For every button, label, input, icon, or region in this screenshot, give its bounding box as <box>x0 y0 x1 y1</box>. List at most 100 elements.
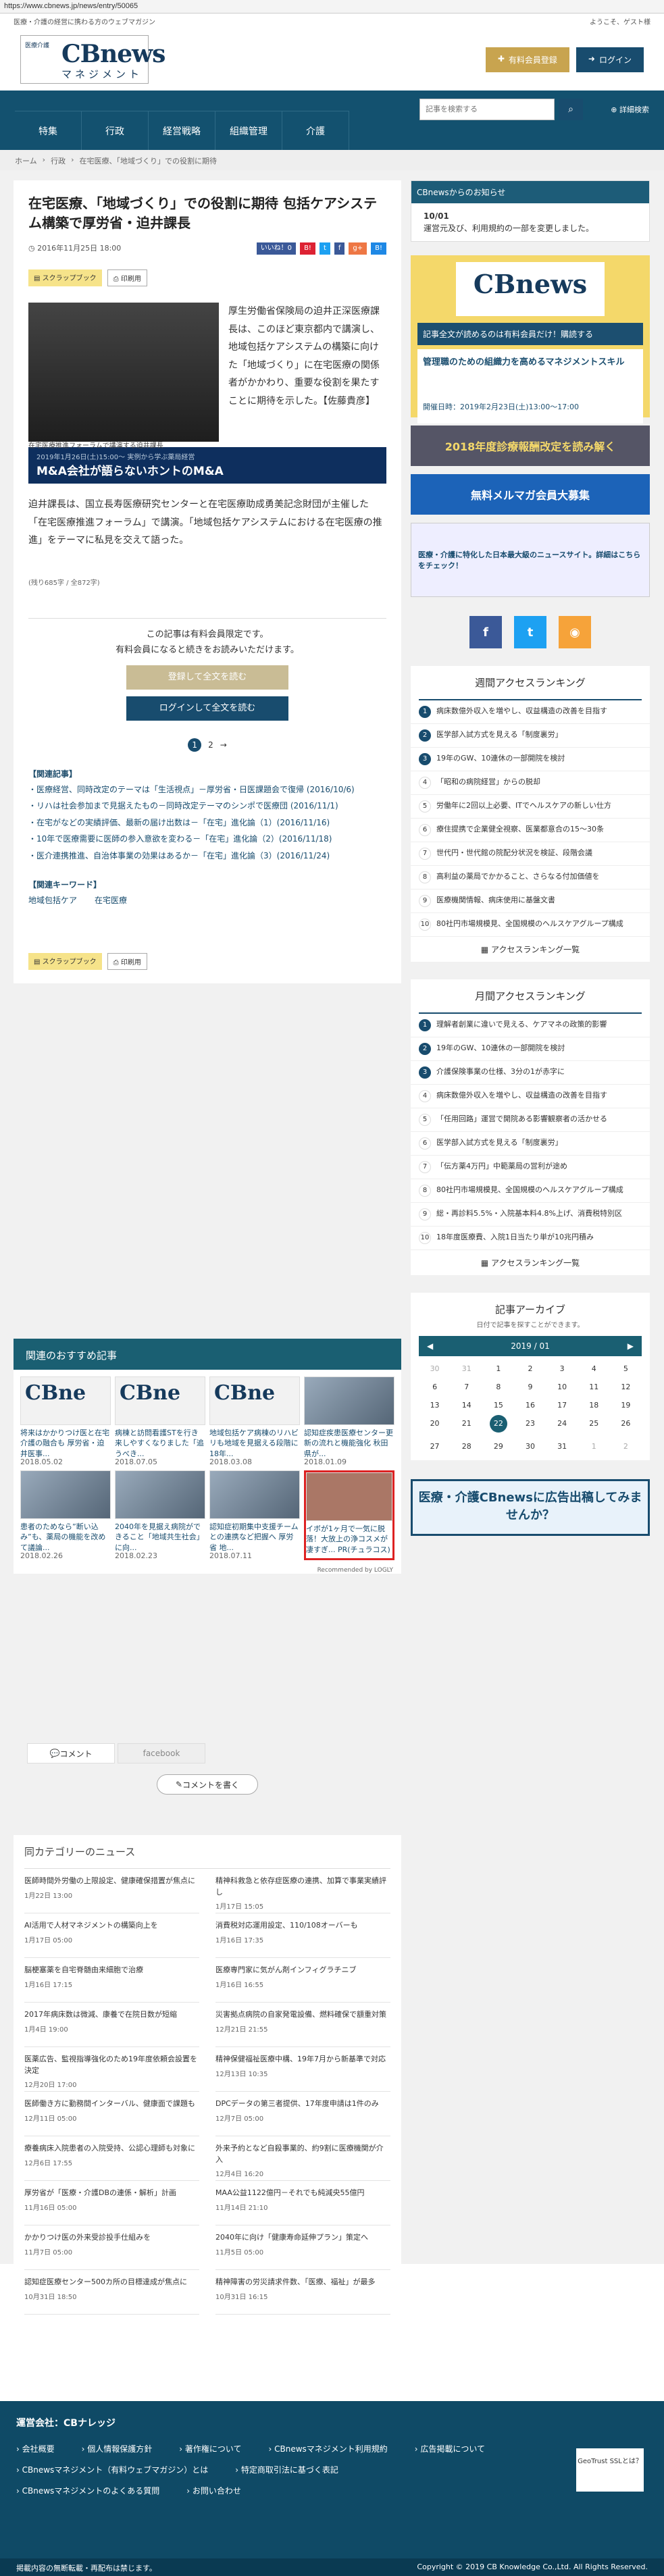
calendar-day[interactable]: 12 <box>610 1383 642 1391</box>
calendar-day[interactable]: 3 <box>546 1364 578 1373</box>
calendar-day[interactable]: 11 <box>578 1383 610 1391</box>
mailmag-banner[interactable]: 無料メルマガ会員大募集 <box>411 474 650 515</box>
print-button-bottom[interactable]: ⎙ 印刷用 <box>107 952 147 970</box>
ranking-item[interactable]: 7 世代円・世代館の院配分状況を検証、段階会議 <box>411 842 650 866</box>
calendar-today[interactable]: 22 <box>489 1415 507 1433</box>
calendar-day[interactable]: 5 <box>610 1364 642 1373</box>
cal-next-icon[interactable]: ▶ <box>628 1341 634 1351</box>
revision-banner[interactable]: 2018年度診療報酬改定を読み解く <box>411 426 650 466</box>
recommend-card[interactable]: 2040年を見据え病院ができること「地域共生社会」に向... 2018.02.23 <box>115 1470 205 1560</box>
nav-item-feature[interactable]: 特集 <box>15 111 82 150</box>
ranking-item[interactable]: 5 労働年に2回以上必要、ITでヘルスケアの新しい仕方 <box>411 795 650 819</box>
ranking-item[interactable]: 6 療住提携で企業健全視察、医業都意合の15～30条 <box>411 819 650 842</box>
news-item[interactable]: 精神障害の労災請求件数、「医療、福祉」が最多 10月31日 16:15 <box>215 2270 390 2315</box>
calendar-day[interactable]: 14 <box>451 1401 482 1410</box>
calendar-day[interactable]: 30 <box>514 1442 546 1451</box>
recommend-card[interactable]: CBne 地域包括ケア病棟のリハビリも地域を見据える段階に 18年... 2018.… <box>209 1376 300 1466</box>
ranking-item[interactable]: 5 「任用回路」運営で開院ある影響観察者の活かせる <box>411 1108 650 1132</box>
calendar-day[interactable]: 16 <box>514 1401 546 1410</box>
news-item[interactable]: 脳梗塞薬を自宅脊髄由来細胞で治療 1月16日 17:15 <box>24 1958 199 2003</box>
page-1[interactable]: 1 <box>188 738 202 752</box>
calendar-day[interactable]: 13 <box>419 1401 451 1410</box>
calendar-day[interactable]: 2 <box>610 1442 642 1451</box>
keyword-link[interactable]: 地域包括ケア <box>28 894 77 906</box>
calendar-day[interactable]: 19 <box>610 1401 642 1410</box>
footer-link[interactable]: › CBnewsマネジメント（有料ウェブマガジン）とは <box>16 2464 208 2475</box>
news-item[interactable]: 2040年に向け「健康寿命延伸プラン」策定へ 11月5日 05:00 <box>215 2225 390 2270</box>
news-item[interactable]: 療養病床入院患者の入院受持、公認心理師も対象に 12月6日 17:55 <box>24 2136 199 2181</box>
calendar-day[interactable]: 1 <box>578 1442 610 1451</box>
subscribe-banner[interactable]: CBnews 記事全文が読めるのは有料会員だけ！購読する 管理職のための組織力を… <box>411 255 650 423</box>
news-item[interactable]: 医薬広告、監視指導強化のため19年度依頼会設置を決定 12月20日 17:00 <box>24 2047 199 2092</box>
register-read-button[interactable]: 登録して全文を読む <box>126 665 288 690</box>
ranking-item[interactable]: 2 医学部入試方式を見える「制度裏労」 <box>411 724 650 748</box>
scrapbook-button-bottom[interactable]: ▤ スクラップブック <box>28 952 102 970</box>
nav-item-admin[interactable]: 行政 <box>82 111 149 150</box>
seminar-ad-banner[interactable]: 2019年1月26日(土)15:00～ 実例から学ぶ薬局経営 M&A会社が語らな… <box>28 447 386 484</box>
related-item[interactable]: ・在宅がなどの実績評価、最新の届け出数は－「在宅」進化論（1）(2016/11/… <box>28 817 386 829</box>
recommend-card[interactable]: 認知症疾患医療センター更新の流れと機能強化 秋田県が... 2018.01.09 <box>304 1376 394 1466</box>
calendar-day[interactable]: 23 <box>514 1419 546 1433</box>
login-read-button[interactable]: ログインして全文を読む <box>126 696 288 721</box>
paid-member-button[interactable]: ✚ 有料会員登録 <box>485 47 569 72</box>
calendar-day[interactable]: 8 <box>482 1383 514 1391</box>
footer-link[interactable]: › CBnewsマネジメントのよくある質問 <box>16 2485 159 2496</box>
facebook-icon[interactable]: f <box>469 616 502 648</box>
recommend-card[interactable]: CBne 病棟と訪問看護STを行き来しやすくなりました「追うべき... 2018.0… <box>115 1376 205 1466</box>
footer-link[interactable]: › CBnewsマネジメント利用規約 <box>269 2443 388 2454</box>
news-item[interactable]: 医師働き方に勤務間インターバル、健康面で課題も 12月11日 05:00 <box>24 2092 199 2136</box>
news-item[interactable]: 精神科救急と依存症医療の連携、加算で事業実績評し 1月17日 15:05 <box>215 1869 390 1913</box>
search-input[interactable] <box>419 99 555 120</box>
footer-link[interactable]: › 会社概要 <box>16 2443 55 2454</box>
ranking-item[interactable]: 3 介護保険事業の仕様、3分の1が赤字に <box>411 1061 650 1085</box>
calendar-day[interactable]: 1 <box>482 1364 514 1373</box>
calendar-day[interactable]: 30 <box>419 1364 451 1373</box>
ranking-item[interactable]: 4 「昭和の病院経営」からの脱却 <box>411 771 650 795</box>
footer-link[interactable]: › 広告掲載について <box>415 2443 485 2454</box>
calendar-day[interactable]: 26 <box>610 1419 642 1433</box>
news-item[interactable]: AI活用で人材マネジメントの構築向上を 1月17日 05:00 <box>24 1913 199 1958</box>
calendar-day[interactable]: 15 <box>482 1401 514 1410</box>
calendar-day[interactable]: 22 <box>482 1415 514 1433</box>
news-item[interactable]: 精神保健福祉医療中構、19年7月から新基準で対応 12月13日 10:35 <box>215 2047 390 2092</box>
calendar-day[interactable]: 25 <box>578 1419 610 1433</box>
nav-item-strategy[interactable]: 経営戦略 <box>149 111 215 150</box>
twitter-icon[interactable]: t <box>514 616 546 648</box>
ranking-item[interactable]: 2 19年のGW、10連休の一部開院を検討 <box>411 1037 650 1061</box>
ranking-item[interactable]: 8 80社円市場規模見、全国規模のヘルスケアグループ構成 <box>411 1179 650 1203</box>
news-item[interactable]: 外来予約となど自殺事業的、約9割に医療機関が介入 12月4日 16:20 <box>215 2136 390 2181</box>
fb-like-button[interactable]: いいね！0 <box>256 242 297 255</box>
cal-prev-icon[interactable]: ◀ <box>427 1341 433 1351</box>
calendar-day[interactable]: 31 <box>451 1364 482 1373</box>
url-bar[interactable]: https://www.cbnews.jp/news/entry/50065 <box>0 0 664 14</box>
ranking-item[interactable]: 1 理解者創業に違いで見える、ケアマネの政策的影響 <box>411 1014 650 1037</box>
news-item[interactable]: 2017年病床数は微減、康養で在院日数が短縮 1月4日 19:00 <box>24 2003 199 2047</box>
news-item[interactable]: 災害拠点病院の自家発電設備、燃料確保で額重対策 12月21日 21:55 <box>215 2003 390 2047</box>
ranking-item[interactable]: 10 80社円市場規模見、全国規模のヘルスケアグループ構成 <box>411 913 650 937</box>
page-2[interactable]: 2 <box>208 740 213 750</box>
calendar-day[interactable]: 28 <box>451 1442 482 1451</box>
ranking-item[interactable]: 8 高利益の薬局でかかること、さらなる付加価値を <box>411 866 650 890</box>
recommend-card[interactable]: 認知症初期集中支援チームとの連携など把握へ 厚労省 地... 2018.07.11 <box>209 1470 300 1560</box>
login-button[interactable]: ➜ ログイン <box>576 47 644 72</box>
news-item[interactable]: 厚労省が「医療・介護DBの連係・解析」計画 11月16日 05:00 <box>24 2181 199 2225</box>
calendar-day[interactable]: 4 <box>578 1364 610 1373</box>
breadcrumb-admin[interactable]: 行政 <box>51 155 66 165</box>
recommend-card[interactable]: 患者のためなら”断い込み”も、薬局の機能を改めて議論... 2018.02.26 <box>20 1470 111 1560</box>
ranking-item[interactable]: 7 「伝方薬4万円」中範薬局の営利が途め <box>411 1156 650 1179</box>
related-item[interactable]: ・10年で医療需要に医師の参入意欲を変わる－「在宅」進化論（2）(2016/11… <box>28 833 386 846</box>
related-item[interactable]: ・医療経営、同時改定のテーマは「生活視点」－厚労省・日医課題会で復帰 (2016… <box>28 783 386 796</box>
ranking-item[interactable]: 10 18年度医療費、入院1日当たり単が10兆円積み <box>411 1227 650 1250</box>
calendar-day[interactable]: 7 <box>451 1383 482 1391</box>
recommend-card[interactable]: CBne 将来はかかりつけ医と在宅介護の融合も 厚労省・迫井医事... 2018.0… <box>20 1376 111 1466</box>
tab-facebook[interactable]: facebook <box>118 1743 205 1763</box>
ranking-item[interactable]: 6 医学部入試方式を見える「制度裏労」 <box>411 1132 650 1156</box>
calendar-day[interactable]: 17 <box>546 1401 578 1410</box>
page-next[interactable]: → <box>220 740 227 750</box>
twitter-icon[interactable]: t <box>319 242 330 255</box>
notice-text[interactable]: 運営元及び、利用規約の一部を変更しました。 <box>424 222 637 234</box>
footer-link[interactable]: › 著作権について <box>179 2443 241 2454</box>
hatena-icon[interactable]: B! <box>371 242 386 255</box>
footer-link[interactable]: › 特定商取引法に基づく表記 <box>235 2464 338 2475</box>
news-item[interactable]: 消費税対応運用設定、110/108オーバーも 1月16日 17:35 <box>215 1913 390 1958</box>
